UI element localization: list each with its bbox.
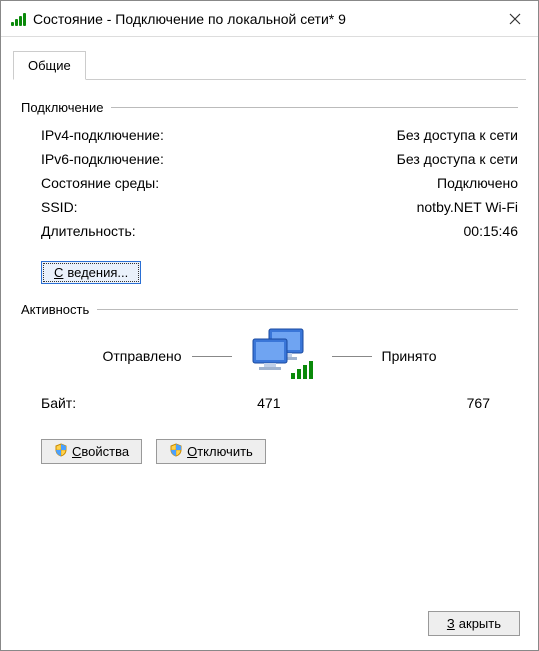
duration-value: 00:15:46	[464, 223, 519, 239]
properties-button[interactable]: Свойства	[41, 439, 142, 464]
bytes-label: Байт:	[41, 395, 161, 411]
window-title: Состояние - Подключение по локальной сет…	[33, 11, 492, 27]
divider	[192, 356, 232, 357]
tab-general[interactable]: Общие	[13, 51, 86, 80]
row-duration: Длительность: 00:15:46	[21, 219, 518, 243]
group-connection-label: Подключение	[21, 100, 111, 115]
activity-icon	[242, 325, 322, 387]
activity-header: Отправлено	[21, 325, 518, 387]
ipv6-label: IPv6-подключение:	[41, 151, 164, 167]
close-button[interactable]: Закрыть	[428, 611, 520, 636]
ipv6-value: Без доступа к сети	[397, 151, 518, 167]
disable-button[interactable]: Отключить	[156, 439, 266, 464]
bytes-received: 767	[371, 395, 491, 411]
bytes-sent: 471	[161, 395, 281, 411]
media-value: Подключено	[437, 175, 518, 191]
group-activity: Активность	[21, 302, 518, 317]
row-media: Состояние среды: Подключено	[21, 171, 518, 195]
details-button[interactable]: Сведения...	[41, 261, 141, 284]
tab-strip: Общие	[13, 51, 526, 80]
row-ipv6: IPv6-подключение: Без доступа к сети	[21, 147, 518, 171]
close-icon[interactable]	[492, 1, 538, 37]
received-label: Принято	[382, 348, 437, 364]
ssid-label: SSID:	[41, 199, 78, 215]
divider	[97, 309, 518, 310]
group-connection: Подключение	[21, 100, 518, 115]
ipv4-value: Без доступа к сети	[397, 127, 518, 143]
divider	[111, 107, 518, 108]
ssid-value: notby.NET Wi-Fi	[417, 199, 518, 215]
row-ssid: SSID: notby.NET Wi-Fi	[21, 195, 518, 219]
bytes-row: Байт: 471 767	[21, 387, 518, 415]
titlebar: Состояние - Подключение по локальной сет…	[1, 1, 538, 37]
duration-label: Длительность:	[41, 223, 136, 239]
group-activity-label: Активность	[21, 302, 97, 317]
media-label: Состояние среды:	[41, 175, 159, 191]
divider	[332, 356, 372, 357]
signal-icon	[11, 11, 27, 26]
shield-icon	[169, 443, 183, 460]
row-ipv4: IPv4-подключение: Без доступа к сети	[21, 123, 518, 147]
ipv4-label: IPv4-подключение:	[41, 127, 164, 143]
shield-icon	[54, 443, 68, 460]
sent-label: Отправлено	[102, 348, 181, 364]
